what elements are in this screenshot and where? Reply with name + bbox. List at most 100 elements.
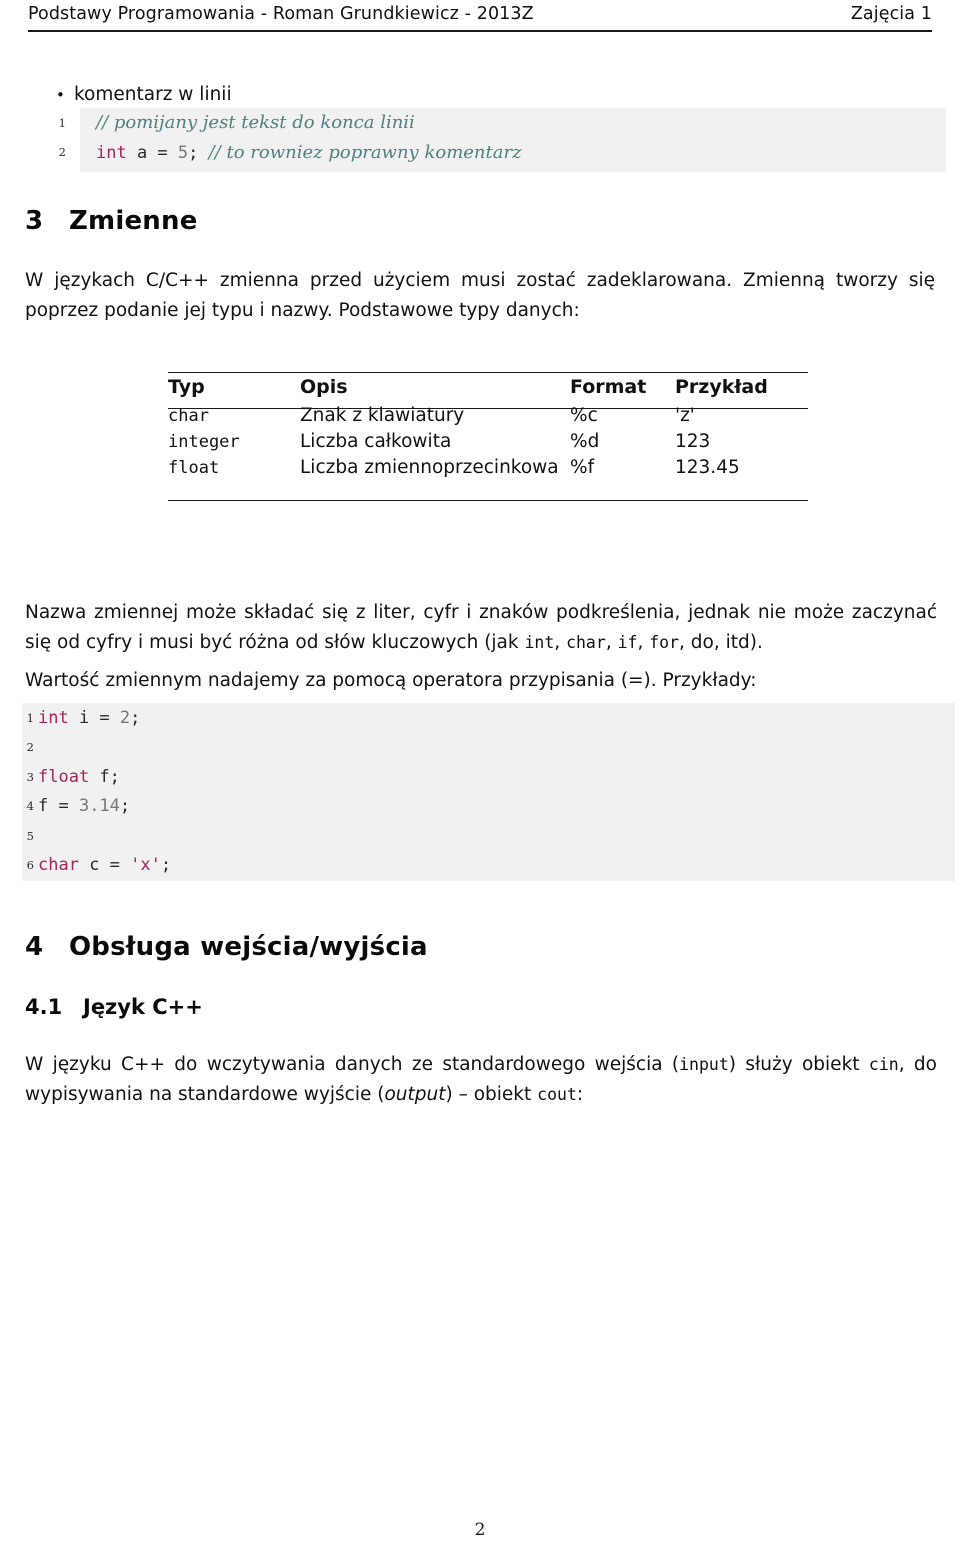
paragraph-przypisanie: Wartość zmiennym nadajemy za pomocą oper… xyxy=(25,670,757,691)
mono-input: input xyxy=(679,1055,729,1074)
cell-przyklad: 123 xyxy=(675,431,711,452)
code-token-str: 'x' xyxy=(130,855,161,876)
code-line: 6 char c = 'x'; xyxy=(0,851,960,881)
code-token-pln: c = xyxy=(78,855,131,876)
code-token-pln: ; xyxy=(160,855,172,876)
code-lines-container: 1 int i = 2; 2 3 float f; 4 f = 3.14; 5 6 char c … xyxy=(0,703,960,880)
mono-cout: cout xyxy=(537,1084,577,1104)
cincout-part4: ) – obiekt xyxy=(445,1083,538,1105)
sep-3: , xyxy=(637,631,650,653)
code-line-number: 1 xyxy=(58,115,66,130)
code-lines-container: 1 // pomijany jest tekst do konca linii 2 i… xyxy=(0,108,960,167)
nazwa-text-part1: Nazwa zmiennej może składać się z liter,… xyxy=(25,602,937,653)
code-line-text: float f; xyxy=(38,767,120,787)
code-line: 3 float f; xyxy=(0,762,960,792)
cell-opis: Liczba całkowita xyxy=(300,431,452,452)
code-block-comments: 1 // pomijany jest tekst do konca linii 2 i… xyxy=(0,108,960,172)
paragraph-nazwa-zmiennej: Nazwa zmiennej może składać się z liter,… xyxy=(25,598,937,658)
subsection-title: Język C++ xyxy=(83,995,203,1019)
code-line: 4 f = 3.14; xyxy=(0,792,960,822)
code-token-pln: ; xyxy=(119,796,131,817)
header-rule xyxy=(28,30,932,32)
code-line: 2 xyxy=(0,733,960,763)
code-line: 1 // pomijany jest tekst do konca linii xyxy=(0,108,960,138)
table-body: char Znak z klawiatury %c 'z' integer Liczba … xyxy=(168,403,808,481)
cell-typ: float xyxy=(168,458,220,478)
table-row: float Liczba zmiennoprzecinkowa %f 123.45 xyxy=(168,455,808,481)
cell-przyklad: 123.45 xyxy=(675,457,740,478)
cell-typ: char xyxy=(168,406,209,426)
cell-przyklad: 'z' xyxy=(675,405,695,426)
code-token-cmt: // pomijany jest tekst do konca linii xyxy=(96,112,415,134)
mono-cin: cin xyxy=(868,1055,899,1074)
paragraph-cin-cout: W języku C++ do wczytywania danych ze st… xyxy=(25,1050,937,1110)
cincout-part1: W języku C++ do wczytywania danych ze st… xyxy=(25,1054,680,1075)
heading-section-4: 4 Obsługa wejścia/wyjścia xyxy=(25,932,428,962)
code-line-number: 6 xyxy=(26,858,34,873)
list-item: • komentarz w linii xyxy=(56,83,916,106)
paragraph-deklaracja: W językach C/C++ zmienna przed użyciem m… xyxy=(25,270,935,321)
code-line: 1 int i = 2; xyxy=(0,703,960,733)
nazwa-text-part2: , do, itd). xyxy=(679,631,763,653)
header-lesson-label: Zajęcia 1 xyxy=(850,4,932,24)
code-token-kw: float xyxy=(38,766,90,787)
code-line-text: // pomijany jest tekst do konca linii xyxy=(96,112,415,133)
cincout-part2: ) służy obiekt xyxy=(728,1054,869,1075)
page-number: 2 xyxy=(474,1520,486,1540)
cell-opis: Znak z klawiatury xyxy=(300,405,465,426)
list-item-label: komentarz w linii xyxy=(74,84,232,105)
code-line-text: char c = 'x'; xyxy=(38,855,171,875)
keyword-int: int xyxy=(524,632,555,652)
heading-section-3: 3 Zmienne xyxy=(25,206,198,236)
code-line-text: int a = 5; // to rowniez poprawny koment… xyxy=(96,142,522,163)
code-line: 2 int a = 5; // to rowniez poprawny komen… xyxy=(0,138,960,168)
code-token-pln: ; xyxy=(130,707,141,728)
cell-opis: Liczba zmiennoprzecinkowa xyxy=(300,457,559,478)
cell-typ: integer xyxy=(168,432,240,452)
table-header-row: Typ Opis Format Przykład xyxy=(168,372,808,403)
code-line-text: int i = 2; xyxy=(38,708,140,728)
code-token-num: 5 xyxy=(177,142,189,163)
code-line-number: 2 xyxy=(26,740,34,755)
keyword-if: if xyxy=(617,632,638,652)
code-token-pln: i = xyxy=(68,707,120,728)
table-header: Typ Opis Format Przykład xyxy=(168,372,808,403)
keyword-char: char xyxy=(566,632,606,652)
sep-2: , xyxy=(605,631,618,653)
cell-format: %c xyxy=(570,405,598,426)
italic-output: output xyxy=(384,1083,446,1105)
header-course-title: Podstawy Programowania - Roman Grundkiew… xyxy=(28,4,534,24)
code-line-number: 3 xyxy=(26,769,34,784)
code-block-variables: 1 int i = 2; 2 3 float f; 4 f = 3.14; 5 6 char c … xyxy=(0,703,960,881)
code-line: 5 xyxy=(0,821,960,851)
column-header-opis: Opis xyxy=(300,376,348,398)
cincout-part5: : xyxy=(576,1083,584,1105)
code-token-pln: ; xyxy=(188,142,209,163)
section-number: 4 xyxy=(25,932,44,962)
code-token-kw: int xyxy=(96,142,127,163)
comment-bullet-list: • komentarz w linii xyxy=(56,83,916,106)
running-header: Podstawy Programowania - Roman Grundkiew… xyxy=(28,4,932,24)
code-token-pln: a = xyxy=(126,142,178,163)
column-header-typ: Typ xyxy=(168,376,205,398)
code-line-number: 4 xyxy=(26,799,34,814)
code-line-number: 2 xyxy=(58,145,66,160)
column-header-przyklad: Przykład xyxy=(675,376,768,398)
sep-1: , xyxy=(554,631,567,653)
code-token-kw: char xyxy=(38,855,79,876)
code-line-number: 1 xyxy=(26,710,34,725)
data-types-table: Typ Opis Format Przykład char Znak z klaw… xyxy=(168,372,808,481)
cell-format: %d xyxy=(570,431,600,452)
code-token-cmt: // to rowniez poprawny komentarz xyxy=(208,141,522,163)
table-row: char Znak z klawiatury %c 'z' xyxy=(168,403,808,429)
bullet-dot-icon: • xyxy=(56,86,65,104)
section-title: Obsługa wejścia/wyjścia xyxy=(69,932,428,962)
code-line-text: f = 3.14; xyxy=(38,796,130,816)
code-line-number: 5 xyxy=(26,828,34,843)
cell-format: %f xyxy=(570,457,595,478)
code-token-pln: f = xyxy=(38,796,79,817)
table-row: integer Liczba całkowita %d 123 xyxy=(168,429,808,455)
section-title: Zmienne xyxy=(69,206,198,236)
column-header-format: Format xyxy=(570,376,647,398)
keyword-for: for xyxy=(649,632,680,652)
